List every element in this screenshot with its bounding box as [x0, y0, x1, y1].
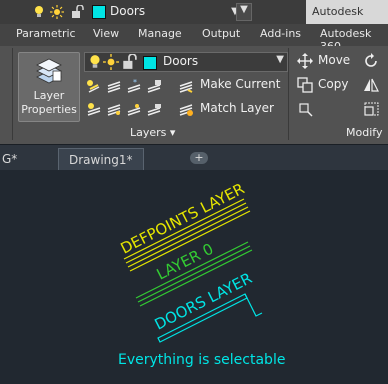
scale-icon[interactable] [363, 101, 379, 117]
modify-panel-title[interactable]: Modify [346, 126, 382, 139]
match-layer-button[interactable]: Match Layer [200, 101, 274, 115]
make-current-button[interactable]: Make Current [200, 77, 281, 91]
layer-unisolate-icon[interactable] [106, 101, 122, 117]
chevron-down-icon: ▼ [276, 54, 284, 65]
title-bar: Doors ▼ ▼ Autodesk AutoCAD [0, 0, 388, 42]
layer-off-icon[interactable] [86, 78, 102, 94]
mirror-icon[interactable] [363, 77, 379, 93]
unlock-icon [123, 54, 137, 69]
sun-icon [50, 5, 64, 19]
layer-unlock-icon[interactable] [146, 101, 162, 117]
layer-properties-button[interactable]: Layer Properties [18, 52, 80, 122]
defpoints-label[interactable]: DEFPOINTS LAYER [118, 180, 248, 258]
layer-color-swatch [143, 56, 157, 70]
layer-thaw-icon[interactable] [126, 101, 142, 117]
copy-icon[interactable] [297, 77, 313, 93]
layer-stack-icon [36, 58, 62, 84]
rotate-icon[interactable] [363, 53, 379, 69]
layers-panel-title[interactable]: Layers ▾ [130, 126, 175, 139]
document-tab-drawing1[interactable]: Drawing1* [58, 148, 144, 171]
ribbon-tabs: Parametric View Manage Output Add-ins Au… [0, 24, 388, 53]
layer-color-swatch [92, 5, 106, 19]
layer-isolate-icon[interactable] [106, 78, 122, 94]
new-tab-button[interactable]: + [190, 152, 208, 164]
layer-properties-label-1: Layer [33, 89, 65, 102]
app-title: Autodesk AutoCAD [306, 0, 388, 42]
tab-add-ins[interactable]: Add-ins [260, 27, 301, 40]
quick-access-menu-button[interactable]: ▼ [236, 3, 252, 21]
quick-layer-name: Doors [110, 4, 146, 18]
unlock-icon [72, 5, 84, 18]
sun-icon [103, 54, 119, 70]
tab-manage[interactable]: Manage [138, 27, 182, 40]
tab-parametric[interactable]: Parametric [16, 27, 76, 40]
drawing-canvas[interactable]: DEFPOINTS LAYER LAYER 0 DOORS LAYER Ever… [0, 170, 388, 384]
canvas-caption[interactable]: Everything is selectable [118, 352, 285, 368]
match-layer-icon[interactable] [178, 101, 194, 117]
lightbulb-icon [90, 55, 100, 68]
quick-access-layer-control[interactable]: Doors ▼ [30, 2, 260, 22]
tab-view[interactable]: View [93, 27, 119, 40]
stretch-icon[interactable] [297, 101, 313, 117]
svg-text:*: * [133, 78, 137, 87]
tab-output[interactable]: Output [202, 27, 240, 40]
layer-properties-label-2: Properties [21, 103, 77, 116]
document-tab-previous[interactable]: G* [2, 148, 17, 170]
move-icon[interactable] [297, 53, 313, 69]
layer-lock-icon[interactable] [146, 78, 162, 94]
make-current-icon[interactable] [178, 78, 194, 94]
layer-on-icon[interactable] [86, 101, 102, 117]
layer0-label[interactable]: LAYER 0 [154, 240, 217, 284]
layer-freeze-icon[interactable]: * [126, 78, 142, 94]
lightbulb-icon [35, 6, 43, 17]
move-button[interactable]: Move [318, 53, 350, 67]
current-layer-name: Doors [163, 54, 199, 68]
panel-divider [12, 48, 13, 140]
copy-button[interactable]: Copy [318, 77, 348, 91]
layer-dropdown[interactable]: Doors ▼ [84, 52, 288, 72]
panel-divider [288, 48, 289, 140]
